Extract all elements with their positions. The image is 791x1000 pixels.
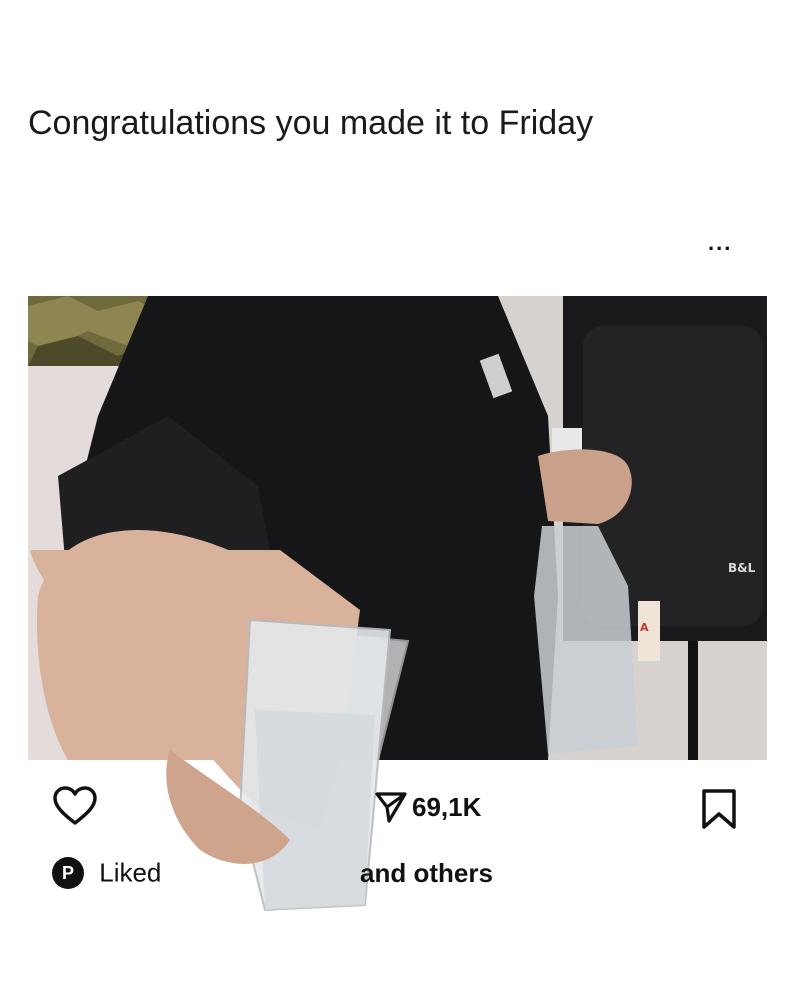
speaker-brand-label: B&L <box>728 561 756 575</box>
photo-scene: B&L A <box>28 296 767 760</box>
liker-avatar[interactable]: P <box>52 857 84 890</box>
liked-by-prefix: Liked <box>99 857 162 888</box>
like-button[interactable] <box>52 786 98 831</box>
post-caption: Congratulations you made it to Friday <box>28 104 594 142</box>
liked-by-row[interactable]: P Liked <box>52 856 162 890</box>
save-button[interactable] <box>700 788 738 835</box>
liked-by-others-link[interactable]: and others <box>360 858 493 889</box>
more-options-button[interactable]: ... <box>708 230 732 256</box>
post-photo[interactable]: B&L A <box>28 296 767 760</box>
share-count: 69,1K <box>412 792 482 822</box>
bookmark-icon <box>702 789 736 829</box>
heart-icon <box>53 786 97 825</box>
bottle-label-text: A <box>640 621 649 634</box>
share-button[interactable] <box>374 790 408 829</box>
send-icon <box>375 792 407 823</box>
